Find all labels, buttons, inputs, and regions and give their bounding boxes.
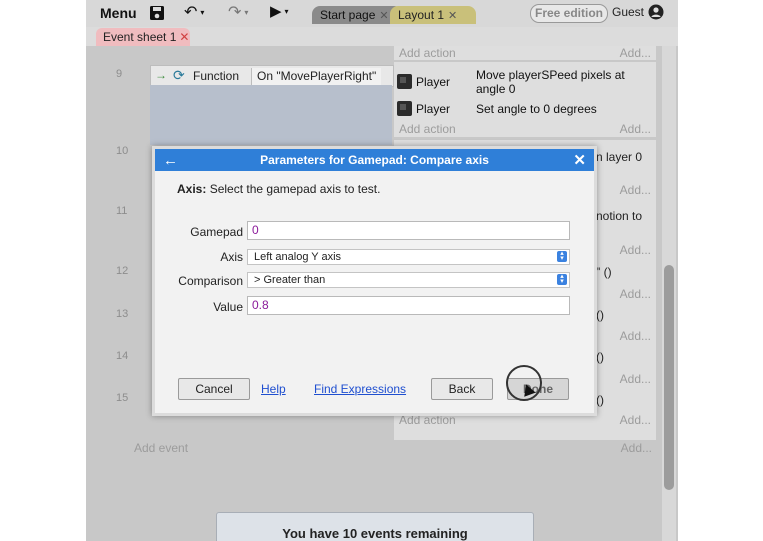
user-icon[interactable] [648,4,664,20]
chevron-down-icon[interactable]: ▾ [285,7,289,16]
player-sprite-icon [397,74,412,89]
select-arrows-icon: ▴ ▾ [557,250,567,262]
condition-text: On "MovePlayerRight" [251,68,382,85]
chevron-down-icon[interactable]: ▾ [200,8,204,17]
edition-badge[interactable]: Free edition [530,4,609,23]
action-text-fragment: notion to [596,209,643,223]
event-9-condition-area[interactable] [150,85,392,145]
comparison-select[interactable]: > Greater than ▴ ▾ [247,272,570,288]
tab-event-sheet-1[interactable]: Event sheet 1 ✕ [96,28,190,46]
row-number: 11 [116,205,128,217]
row-number: 12 [116,265,129,277]
action-text-fragment: " () [596,265,612,279]
row-number: 13 [116,308,129,320]
action-text-fragment: () [596,308,604,322]
event-9-condition[interactable]: → ⟳ Function On "MovePlayerRight" [150,65,394,87]
action-text-fragment: () [596,350,604,364]
back-button[interactable]: Back [431,378,493,400]
value-label: Value [213,300,243,314]
cancel-button[interactable]: Cancel [178,378,250,400]
gamepad-label: Gamepad [190,225,243,239]
gamepad-input[interactable]: 0 [247,221,570,240]
dialog-title-bar: ← Parameters for Gamepad: Compare axis ✕ [155,149,594,171]
close-icon[interactable]: ✕ [448,10,457,22]
dialog-title: Parameters for Gamepad: Compare axis [260,153,489,167]
action-object-label[interactable]: Player [416,75,450,89]
condition-object-label: Function [193,69,240,83]
save-icon[interactable] [149,5,165,21]
row-number: 10 [116,145,129,157]
chevron-down-icon[interactable]: ▾ [244,8,248,17]
action-text-fragment: n layer 0 [596,150,643,164]
row-number: 9 [116,68,123,80]
axis-label: Axis [220,250,243,264]
play-icon[interactable]: ▶ ▾ [270,2,289,22]
parameter-description: Axis: Select the gamepad axis to test. [177,182,381,196]
back-arrow-icon[interactable]: ← [163,150,178,172]
axis-select[interactable]: Left analog Y axis ▴ ▾ [247,249,570,265]
add-action-row[interactable]: Add action Add... [399,122,657,136]
scrollbar-thumb[interactable] [664,265,674,490]
find-expressions-link[interactable]: Find Expressions [314,382,406,396]
arrow-right-icon: → [155,68,167,82]
tab-start-page[interactable]: Start page ✕ [312,6,402,24]
undo-icon[interactable]: ↶ ▾ [184,3,204,23]
select-arrows-icon: ▴ ▾ [557,273,567,285]
action-object-label[interactable]: Player [416,102,450,116]
add-event-row[interactable]: Add event Add... [134,441,656,455]
value-input[interactable]: 0.8 [247,296,570,315]
user-label[interactable]: Guest [612,5,644,19]
action-text[interactable]: Move playerSPeed pixels at angle 0 [476,68,625,96]
player-sprite-icon [397,101,412,116]
add-action-row[interactable]: Add action Add... [399,46,657,60]
tab-layout-1[interactable]: Layout 1 ✕ [390,6,476,24]
close-icon[interactable]: ✕ [573,150,586,172]
main-toolbar: Menu ↶ ▾ ↷ ▾ ▶ ▾ Start page ✕ Layout 1 ✕ Free… [86,0,678,28]
redo-icon[interactable]: ↷ ▾ [228,3,248,23]
help-link[interactable]: Help [261,382,286,396]
action-text-fragment: () [596,393,604,407]
action-text[interactable]: Set angle to 0 degrees [476,102,597,116]
events-remaining-banner: You have 10 events remaining [216,512,534,541]
function-icon: ⟳ [173,67,185,83]
close-icon[interactable]: ✕ [179,30,189,44]
comparison-label: Comparison [178,274,243,288]
row-number: 15 [116,392,129,404]
row-number: 14 [116,350,129,362]
close-icon[interactable]: ✕ [379,10,388,22]
menu-button[interactable]: Menu [100,3,137,23]
